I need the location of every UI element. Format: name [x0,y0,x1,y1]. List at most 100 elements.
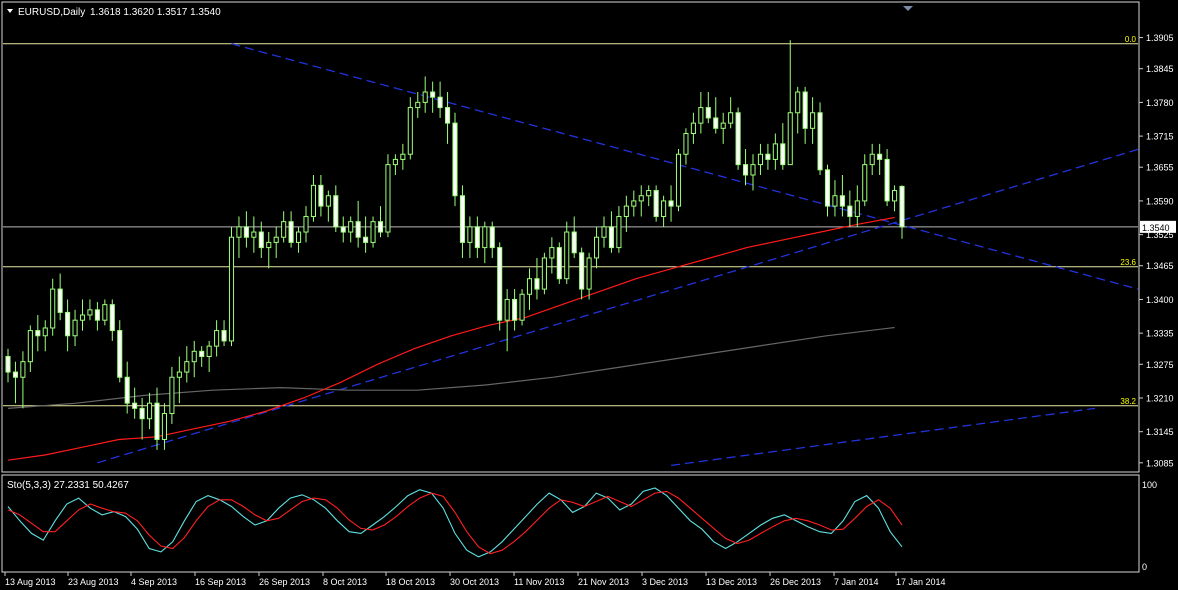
candle-body-bear [743,164,749,176]
time-tick-label: 18 Oct 2013 [386,577,435,587]
candle [519,289,525,326]
candle-body-bull [728,112,734,124]
price-tick-label: 1.3655 [1146,163,1174,173]
candle-body-bull [810,112,816,129]
candle-body-bear [765,153,771,160]
candle-body-bull [832,195,838,207]
candle-body-bull [169,376,175,415]
candle-body-bull [415,101,421,109]
symbol-timeframe-label: EURUSD,Daily [18,7,85,18]
candle-body-bear [847,205,853,217]
candle-body-bear [556,247,562,280]
candle-body-bull [87,309,93,316]
candle-body-bear [363,236,369,243]
candle-body-bear [445,107,451,124]
candle-body-bull [720,122,726,129]
time-tick-label: 13 Aug 2013 [5,577,56,587]
candle-body-bear [608,226,614,249]
candle-body-bull [675,153,682,207]
candle-body-bear [884,158,890,202]
price-tick-label: 1.3335 [1146,329,1174,339]
candle-body-bear [65,311,71,337]
candle [541,252,547,295]
candle-body-bull [400,153,406,160]
candle-body-bull [310,184,316,217]
candle-body-bull [251,231,257,238]
candle-body-bear [221,330,227,342]
price-tick-label: 1.3780 [1146,98,1174,108]
fib-level-label: 23.6 [1120,258,1136,267]
time-tick-label: 17 Jan 2014 [896,577,946,587]
candle-body-bull [683,133,689,155]
time-tick-label: 7 Jan 2014 [834,577,879,587]
candle-body-bull [787,112,793,166]
time-tick-label: 23 Aug 2013 [68,577,119,587]
candle-body-bear [333,195,339,228]
candle-body-bear [124,376,130,404]
candle-body-bear [340,226,346,233]
candle-body-bull [273,236,279,243]
candle-body-bear [735,112,741,166]
candle-body-bull [892,190,898,202]
candle [653,185,659,222]
candle-body-bull [601,226,607,238]
price-tick-label: 1.3085 [1146,458,1174,468]
stochastic-scale-top: 100 [1142,480,1157,490]
candle-body-bear [579,252,585,290]
metatrader-chart[interactable]: EURUSD,Daily 1.3618 1.3620 1.3517 1.3540… [0,0,1178,590]
candle [817,102,823,175]
candle-body-bear [824,169,831,207]
candle-body-bear [288,221,294,243]
price-tick-label: 1.3400 [1146,295,1174,305]
candle-body-bear [512,298,518,321]
price-tick-label: 1.3210 [1146,393,1174,403]
candle-body-bull [862,164,868,202]
time-tick-label: 21 Nov 2013 [578,577,629,587]
candle-body-bear [154,402,160,440]
fib-level-label: 0.0 [1125,35,1137,44]
price-tick-label: 1.3845 [1146,64,1174,74]
candle-body-bear [839,195,845,207]
time-tick-label: 16 Sep 2013 [195,577,246,587]
candle [556,242,562,284]
stochastic-scale-bottom: 0 [1142,562,1147,572]
candle-body-bull [750,164,756,176]
candle-body-bull [296,231,302,243]
candle-body-bull [191,350,197,363]
candle-body-bull [504,298,510,321]
price-tick-label: 1.3275 [1146,360,1174,370]
candle-body-bear [668,200,674,207]
candle-body-bull [392,158,398,166]
candle-body-bear [452,122,458,197]
candle-body-bull [147,402,153,420]
candle-body-bull [20,361,26,378]
candle-body-bull [541,257,547,290]
candle-body-bull [646,190,652,197]
candle-body-bull [631,200,637,207]
candle-body-bear [474,226,480,249]
candle-body-bear [713,117,719,129]
candle-body-bear [258,231,264,249]
time-tick-label: 13 Dec 2013 [706,577,757,587]
time-tick-label: 30 Oct 2013 [450,577,499,587]
candle-body-bear [117,330,123,378]
candle-body-bull [176,371,182,378]
candle-body-bull [467,226,473,243]
time-tick-label: 11 Nov 2013 [514,577,564,587]
current-price-tag-label: 1.3540 [1142,223,1170,233]
ohlc-values: 1.3618 1.3620 1.3517 1.3540 [90,7,221,18]
fib-level-label: 38.2 [1120,397,1136,406]
candle-body-bull [72,319,78,337]
candle-body-bull [325,195,331,207]
indicator-frame [1,474,1140,573]
candle-body-bull [385,164,391,233]
candle-body-bull [757,153,763,166]
candle-body-bull [854,200,860,217]
candle-body-bull [281,221,287,238]
price-tick-label: 1.3465 [1146,261,1174,271]
candle-body-bear [802,91,808,129]
candle-body-bull [206,345,212,357]
price-tick-label: 1.3590 [1146,196,1174,206]
candle-body-bull [266,241,272,249]
candle-body-bear [780,143,786,166]
